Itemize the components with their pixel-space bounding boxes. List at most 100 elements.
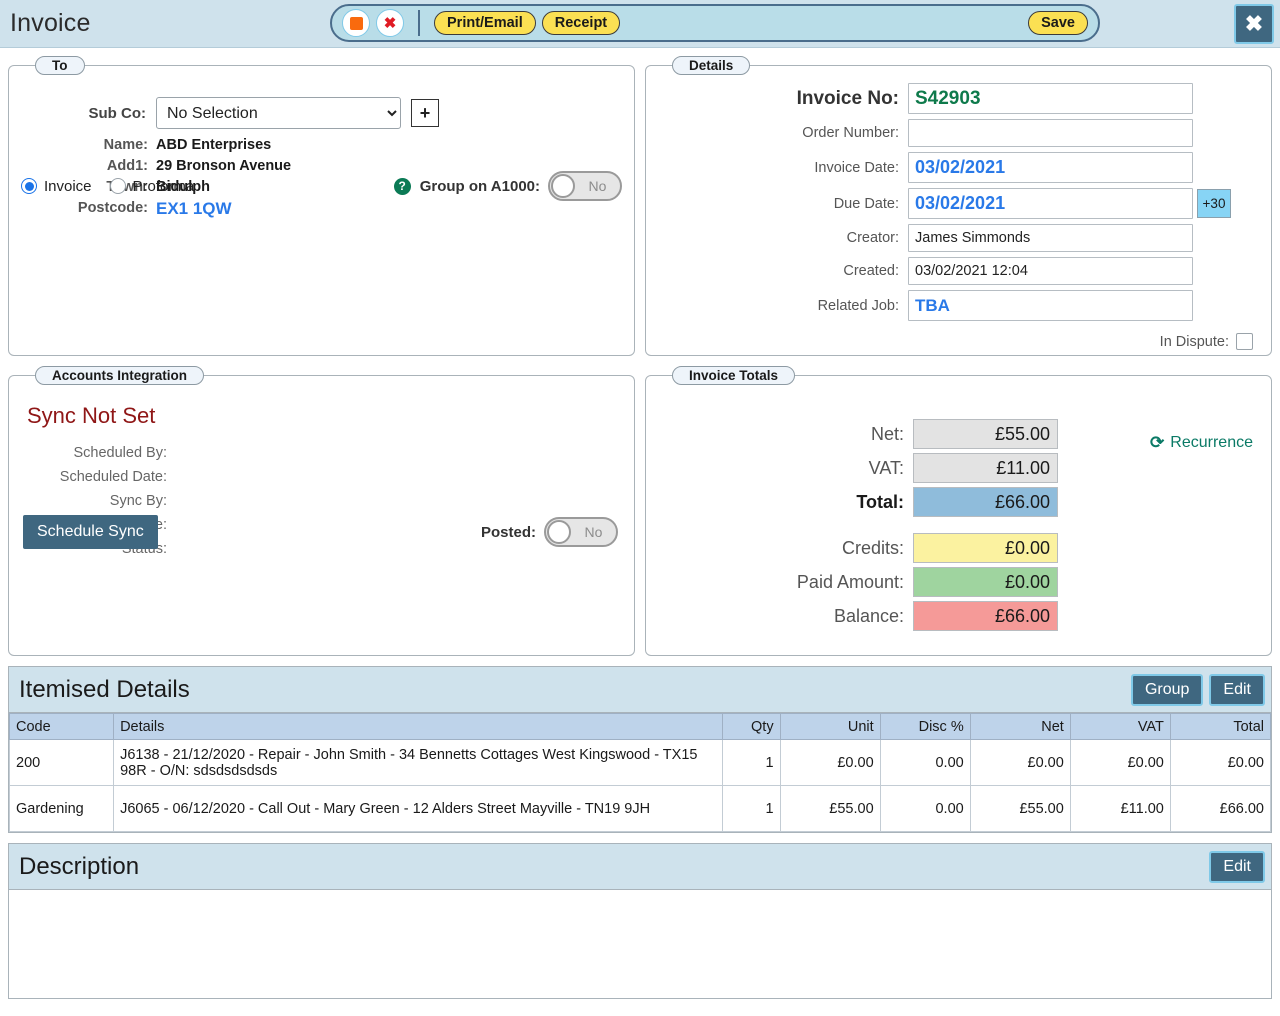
cell-total: £66.00 (1169, 785, 1272, 832)
scheduled-date-row: Scheduled Date: (21, 465, 622, 489)
address-row-postcode: Postcode: EX1 1QW (21, 198, 622, 219)
cell-vat: £11.00 (1069, 785, 1171, 832)
total-label: Total: (856, 491, 904, 512)
close-window-button[interactable]: ✖ (1234, 4, 1274, 44)
invoice-no-field[interactable]: S42903 (908, 83, 1193, 114)
sync-status-title: Sync Not Set (27, 403, 156, 428)
panels-container: To Sub Co: No Selection + Name: ABD Ente… (0, 48, 1280, 656)
invoice-no-value: S42903 (915, 87, 981, 109)
to-panel-legend: To (35, 56, 85, 75)
col-header-net: Net (969, 713, 1071, 740)
paid-amount-row: Paid Amount: £0.00 (658, 567, 1259, 597)
recurrence-link[interactable]: ⟳ Recurrence (1150, 433, 1253, 453)
order-number-label: Order Number: (802, 125, 899, 141)
scheduled-by-row: Scheduled By: (21, 441, 622, 465)
radio-invoice[interactable]: Invoice (21, 178, 92, 195)
right-column: Details Invoice No: S42903 Order Number:… (645, 56, 1272, 656)
cell-unit: £55.00 (779, 785, 881, 832)
totals-gap (658, 521, 1259, 533)
cancel-button[interactable]: ✖ (376, 9, 404, 37)
toolbar: ✖ Print/Email Receipt Save (330, 4, 1100, 42)
subco-label: Sub Co: (88, 104, 147, 122)
invoice-date-row: Invoice Date: 03/02/2021 (658, 152, 1259, 183)
due-date-label: Due Date: (833, 195, 899, 212)
related-job-field[interactable]: TBA (908, 290, 1193, 321)
edit-description-button[interactable]: Edit (1209, 850, 1265, 883)
toggle-knob (551, 174, 575, 198)
cell-vat: £0.00 (1069, 739, 1171, 786)
sync-by-row: Sync By: (21, 489, 622, 513)
balance-row: Balance: £66.00 (658, 601, 1259, 631)
credits-value: £0.00 (913, 533, 1058, 563)
table-header-row: Code Details Qty Unit Disc % Net VAT Tot… (8, 713, 1272, 740)
cell-details: J6138 - 21/12/2020 - Repair - John Smith… (113, 739, 723, 786)
cell-unit: £0.00 (779, 739, 881, 786)
order-number-field[interactable] (908, 119, 1193, 147)
col-header-disc: Disc % (879, 713, 971, 740)
invoice-date-field[interactable]: 03/02/2021 (908, 152, 1193, 183)
vat-value: £11.00 (913, 453, 1058, 483)
cell-disc: 0.00 (879, 785, 971, 832)
total-row: Total: £66.00 (658, 487, 1259, 517)
vat-label: VAT: (868, 457, 904, 478)
table-head: Code Details Qty Unit Disc % Net VAT Tot… (8, 713, 1272, 740)
group-button[interactable]: Group (1130, 673, 1204, 706)
net-value: £55.00 (913, 419, 1058, 449)
vat-row: VAT: £11.00 (658, 453, 1259, 483)
group-on-a1000-value: No (588, 178, 607, 194)
print-email-button[interactable]: Print/Email (434, 11, 536, 35)
scheduled-date-label: Scheduled Date: (59, 469, 167, 485)
in-dispute-checkbox[interactable] (1236, 333, 1253, 350)
details-panel-legend: Details (672, 56, 751, 75)
related-job-row: Related Job: TBA (658, 290, 1259, 321)
description-body[interactable] (9, 890, 1271, 998)
cell-details: J6065 - 06/12/2020 - Call Out - Mary Gre… (113, 785, 723, 832)
edit-items-button[interactable]: Edit (1209, 673, 1265, 706)
sync-by-label: Sync By: (109, 493, 167, 509)
invoice-date-value: 03/02/2021 (915, 157, 1006, 177)
group-on-a1000-toggle[interactable]: No (548, 171, 622, 201)
credits-label: Credits: (841, 537, 904, 558)
cancel-x-icon: ✖ (383, 14, 397, 32)
created-field[interactable]: 03/02/2021 12:04 (908, 257, 1193, 285)
created-row: Created: 03/02/2021 12:04 (658, 257, 1259, 285)
related-job-label: Related Job: (817, 297, 899, 314)
totals-panel-legend: Invoice Totals (672, 366, 796, 385)
balance-value: £66.00 (913, 601, 1058, 631)
name-label: Name: (103, 137, 148, 153)
add-subco-button[interactable]: + (411, 99, 439, 127)
stop-button[interactable] (342, 9, 370, 37)
window-titlebar: Invoice ✖ Print/Email Receipt Save ✖ (0, 0, 1280, 48)
balance-label: Balance: (833, 605, 904, 626)
posted-toggle[interactable]: No (544, 517, 618, 547)
cell-net: £0.00 (969, 739, 1071, 786)
paid-amount-label: Paid Amount: (796, 571, 904, 592)
posted-toggle-knob (547, 520, 571, 544)
cell-code: 200 (8, 739, 115, 786)
plus-30-days-button[interactable]: +30 (1197, 189, 1231, 218)
in-dispute-row: In Dispute: (658, 333, 1259, 350)
table-row[interactable]: 200 J6138 - 21/12/2020 - Repair - John S… (8, 739, 1272, 786)
col-header-unit: Unit (779, 713, 881, 740)
due-date-field[interactable]: 03/02/2021 (908, 188, 1193, 219)
cell-net: £55.00 (969, 785, 1071, 832)
accounts-integration-panel: Accounts Integration Sync Not Set Schedu… (8, 366, 635, 656)
posted-label: Posted: (480, 523, 536, 541)
subco-select[interactable]: No Selection (156, 97, 401, 129)
radio-invoice-dot (21, 178, 37, 194)
schedule-sync-button[interactable]: Schedule Sync (23, 515, 158, 549)
col-header-vat: VAT (1069, 713, 1171, 740)
table-row[interactable]: Gardening J6065 - 06/12/2020 - Call Out … (8, 785, 1272, 832)
paid-amount-value: £0.00 (913, 567, 1058, 597)
save-button[interactable]: Save (1028, 11, 1088, 35)
related-job-value: TBA (915, 295, 950, 315)
net-label: Net: (870, 423, 904, 444)
to-panel-footer: Invoice Proforma ? Group on A1000: No (21, 171, 622, 201)
help-question-icon[interactable]: ? (393, 177, 411, 195)
receipt-button[interactable]: Receipt (541, 11, 621, 35)
creator-field[interactable]: James Simmonds (908, 224, 1193, 252)
recurrence-label: Recurrence (1170, 434, 1253, 451)
refresh-recurrence-icon: ⟳ (1150, 433, 1165, 452)
left-column: To Sub Co: No Selection + Name: ABD Ente… (8, 56, 635, 656)
radio-proforma[interactable]: Proforma (109, 178, 194, 195)
